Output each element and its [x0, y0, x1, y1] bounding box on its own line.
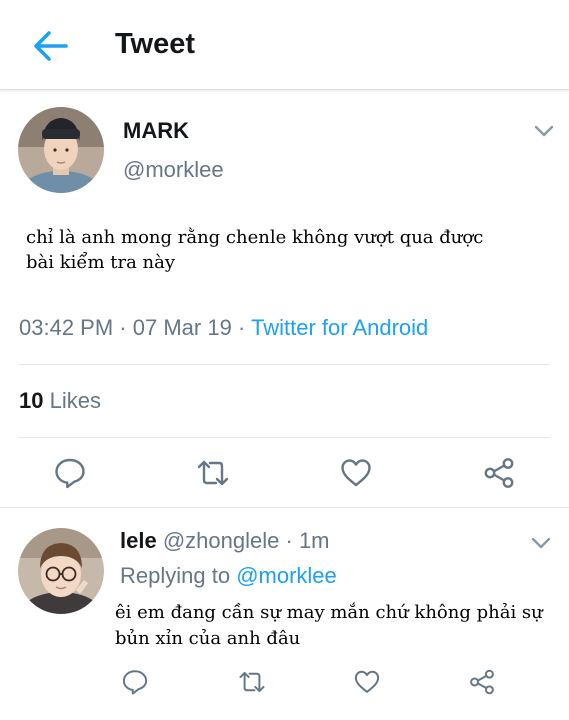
tweet-meta: 03:42 PM · 07 Mar 19 · Twitter for Andro…	[19, 315, 428, 341]
reply-retweet-button[interactable]	[238, 668, 266, 696]
reply-display-name[interactable]: lele	[120, 528, 157, 553]
like-icon	[341, 459, 371, 487]
back-button[interactable]	[30, 26, 70, 66]
divider	[19, 364, 550, 365]
share-button[interactable]	[482, 456, 516, 490]
reply-icon	[55, 458, 85, 489]
retweet-button[interactable]	[196, 456, 230, 490]
display-name[interactable]: MARK	[123, 118, 189, 144]
reply-text: êi em đang cần sự may mắn chứ không phải…	[115, 602, 543, 649]
tweet-date: 07 Mar 19	[132, 315, 232, 340]
section-separator	[0, 507, 569, 508]
arrow-left-icon	[34, 31, 68, 61]
tweet-time: 03:42 PM	[19, 315, 114, 340]
reply-handle[interactable]: @zhonglele	[163, 528, 280, 553]
reply-avatar[interactable]	[18, 528, 104, 614]
divider	[19, 437, 550, 438]
retweet-icon	[239, 671, 265, 693]
reply-button[interactable]	[53, 456, 87, 490]
chevron-down-icon[interactable]	[530, 536, 552, 550]
user-handle[interactable]: @morklee	[123, 157, 224, 183]
share-icon	[484, 458, 514, 488]
tweet-text: chỉ là anh mong rằng chenle không vượt q…	[26, 227, 484, 273]
replying-mention-link[interactable]: @morklee	[236, 563, 337, 588]
replying-label: Replying to	[120, 563, 231, 588]
page-title: Tweet	[115, 28, 196, 60]
like-button[interactable]	[339, 456, 373, 490]
likes-count[interactable]: 10 Likes	[19, 388, 101, 414]
replying-to-line: Replying to @morklee	[120, 563, 337, 589]
share-icon	[470, 669, 494, 695]
top-bar: Tweet	[0, 0, 569, 90]
likes-number: 10	[19, 388, 44, 413]
likes-label: Likes	[49, 388, 101, 413]
reply-reply-button[interactable]	[121, 668, 149, 696]
meta-separator: ·	[237, 315, 251, 340]
avatar[interactable]	[18, 107, 104, 193]
meta-separator: ·	[285, 528, 299, 553]
retweet-icon	[197, 460, 229, 486]
reply-icon	[122, 670, 148, 695]
meta-separator: ·	[119, 315, 133, 340]
reply-age: 1m	[298, 528, 330, 553]
reply-user-line: lele @zhonglele · 1m	[120, 528, 330, 554]
like-icon	[354, 670, 380, 693]
tweet-source-link[interactable]: Twitter for Android	[251, 315, 428, 340]
chevron-down-icon[interactable]	[533, 124, 555, 138]
reply-share-button[interactable]	[468, 668, 496, 696]
reply-like-button[interactable]	[353, 668, 381, 696]
